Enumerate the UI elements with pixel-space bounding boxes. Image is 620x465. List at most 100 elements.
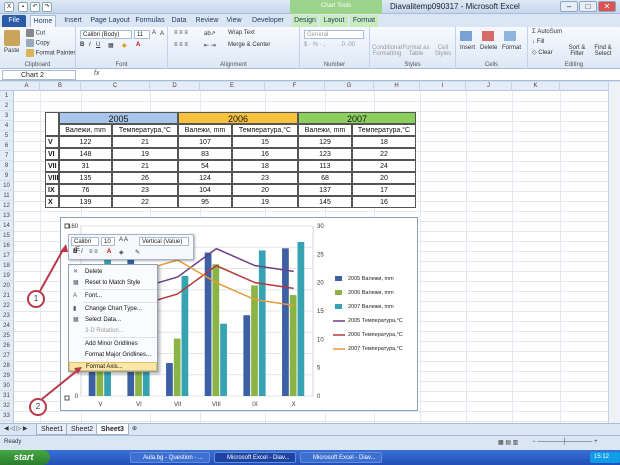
shrink-font-icon[interactable]: A xyxy=(160,31,164,37)
table-value-cell[interactable]: 145 xyxy=(298,196,352,208)
row-header-31[interactable]: 31 xyxy=(0,391,14,401)
table-value-cell[interactable]: 19 xyxy=(112,148,178,160)
row-header-8[interactable]: 8 xyxy=(0,161,14,171)
mini-fill-icon[interactable]: ◈ xyxy=(119,249,124,256)
undo-icon[interactable]: ↶ xyxy=(30,2,40,12)
tab-review[interactable]: Review xyxy=(194,15,220,27)
table-value-cell[interactable]: 104 xyxy=(178,184,232,196)
row-header-22[interactable]: 22 xyxy=(0,301,14,311)
mini-font-select[interactable]: Calibri (E xyxy=(71,237,99,253)
row-header-26[interactable]: 26 xyxy=(0,341,14,351)
row-header-25[interactable]: 25 xyxy=(0,331,14,341)
table-value-cell[interactable]: 113 xyxy=(298,160,352,172)
table-value-cell[interactable]: 19 xyxy=(232,196,298,208)
table-value-cell[interactable]: 20 xyxy=(232,184,298,196)
row-header-10[interactable]: 10 xyxy=(0,181,14,191)
column-header-A[interactable]: A xyxy=(14,82,40,91)
table-value-cell[interactable]: 23 xyxy=(112,184,178,196)
table-value-cell[interactable]: 31 xyxy=(59,160,112,172)
paste-icon[interactable] xyxy=(4,30,20,46)
minimize-button[interactable]: – xyxy=(560,1,578,12)
decimal-icon[interactable]: .0 .00 xyxy=(340,42,355,48)
table-value-cell[interactable]: 23 xyxy=(232,172,298,184)
sheet-nav-icon[interactable]: ◀ ◁ ▷ ▶ xyxy=(4,425,27,432)
table-value-cell[interactable]: 107 xyxy=(178,136,232,148)
year-header-2007[interactable]: 2007 xyxy=(298,112,416,124)
tab-insert[interactable]: Insert xyxy=(60,15,86,27)
close-button[interactable]: ✕ xyxy=(598,1,616,12)
underline-button[interactable]: U xyxy=(96,42,100,48)
table-value-cell[interactable]: 16 xyxy=(232,148,298,160)
new-sheet-icon[interactable]: ⊕ xyxy=(132,425,137,432)
row-header-13[interactable]: 13 xyxy=(0,211,14,221)
row-header-28[interactable]: 28 xyxy=(0,361,14,371)
tab-formulas[interactable]: Formulas xyxy=(134,15,166,27)
sort-filter-button[interactable]: Sort & Filter xyxy=(566,45,588,57)
column-label-cell[interactable]: Температура,°C xyxy=(232,124,298,136)
conditional-formatting-button[interactable]: Conditional Formatting xyxy=(372,45,402,57)
fill-color-icon[interactable]: ◆ xyxy=(122,42,127,49)
table-value-cell[interactable]: 135 xyxy=(59,172,112,184)
row-header-29[interactable]: 29 xyxy=(0,371,14,381)
table-value-cell[interactable]: 22 xyxy=(112,196,178,208)
month-label-cell[interactable]: V xyxy=(45,136,59,148)
row-header-9[interactable]: 9 xyxy=(0,171,14,181)
paste-button[interactable]: Paste xyxy=(4,48,19,54)
table-value-cell[interactable]: 17 xyxy=(352,184,416,196)
context-menu-item[interactable]: ▦ Reset to Match Style xyxy=(69,279,157,288)
mini-italic-button[interactable]: I xyxy=(81,249,83,255)
table-value-cell[interactable]: 123 xyxy=(298,148,352,160)
row-header-5[interactable]: 5 xyxy=(0,131,14,141)
month-label-cell[interactable]: X xyxy=(45,196,59,208)
row-header-14[interactable]: 14 xyxy=(0,221,14,231)
row-header-23[interactable]: 23 xyxy=(0,311,14,321)
mini-outline-icon[interactable]: ✎ xyxy=(135,249,140,256)
orientation-icon[interactable]: ab↗ xyxy=(204,30,216,37)
context-menu-item[interactable]: Format Axis... xyxy=(69,362,157,371)
table-value-cell[interactable]: 148 xyxy=(59,148,112,160)
font-name-select[interactable]: Calibri (Body) xyxy=(80,30,132,39)
column-header-C[interactable]: C xyxy=(81,82,150,91)
chart-element-select[interactable]: Vertical (Value) xyxy=(139,237,189,246)
context-menu-item[interactable]: A Font... xyxy=(69,292,157,301)
row-header-2[interactable]: 2 xyxy=(0,101,14,111)
column-header-D[interactable]: D xyxy=(150,82,200,91)
row-header-3[interactable]: 3 xyxy=(0,111,14,121)
month-label-cell[interactable]: VII xyxy=(45,160,59,172)
row-header-32[interactable]: 32 xyxy=(0,401,14,411)
column-header-J[interactable]: J xyxy=(466,82,512,91)
row-header-20[interactable]: 20 xyxy=(0,281,14,291)
row-header-6[interactable]: 6 xyxy=(0,141,14,151)
font-color-icon[interactable]: A xyxy=(136,42,140,48)
mini-font-color-icon[interactable]: A xyxy=(107,249,111,255)
vertical-scrollbar[interactable] xyxy=(608,82,620,423)
table-corner-cell[interactable] xyxy=(45,112,59,136)
table-value-cell[interactable]: 139 xyxy=(59,196,112,208)
task-excel-1[interactable]: Microsoft Excel - Diav... xyxy=(214,452,296,463)
column-header-E[interactable]: E xyxy=(200,82,265,91)
tab-layout[interactable]: Layout xyxy=(320,15,348,27)
mini-align-icon[interactable]: ≡ ≡ xyxy=(89,249,98,255)
delete-button[interactable]: Delete xyxy=(480,45,497,51)
insert-button[interactable]: Insert xyxy=(460,45,475,51)
month-label-cell[interactable]: IX xyxy=(45,184,59,196)
month-label-cell[interactable]: VIII xyxy=(45,172,59,184)
task-excel-2[interactable]: Microsoft Excel - Diav... xyxy=(300,452,382,463)
column-header-H[interactable]: H xyxy=(374,82,420,91)
table-value-cell[interactable]: 21 xyxy=(112,136,178,148)
number-format-select[interactable]: General xyxy=(304,30,364,39)
column-header-I[interactable]: I xyxy=(420,82,466,91)
name-box[interactable]: Chart 2 xyxy=(2,70,76,80)
row-header-17[interactable]: 17 xyxy=(0,251,14,261)
fill-button[interactable]: ↓ Fill xyxy=(532,39,544,45)
row-header-21[interactable]: 21 xyxy=(0,291,14,301)
table-value-cell[interactable]: 15 xyxy=(232,136,298,148)
column-label-cell[interactable]: Температура,°C xyxy=(352,124,416,136)
wrap-text-button[interactable]: Wrap Text xyxy=(228,30,255,36)
context-menu-item[interactable]: ▦ Select Data... xyxy=(69,316,157,325)
zoom-slider[interactable]: − ──────┼────── + xyxy=(532,439,598,445)
align-left-icon[interactable]: ≡ ≡ ≡ xyxy=(174,42,188,48)
table-value-cell[interactable]: 20 xyxy=(352,172,416,184)
column-label-cell[interactable]: Температура,°C xyxy=(112,124,178,136)
row-header-24[interactable]: 24 xyxy=(0,321,14,331)
